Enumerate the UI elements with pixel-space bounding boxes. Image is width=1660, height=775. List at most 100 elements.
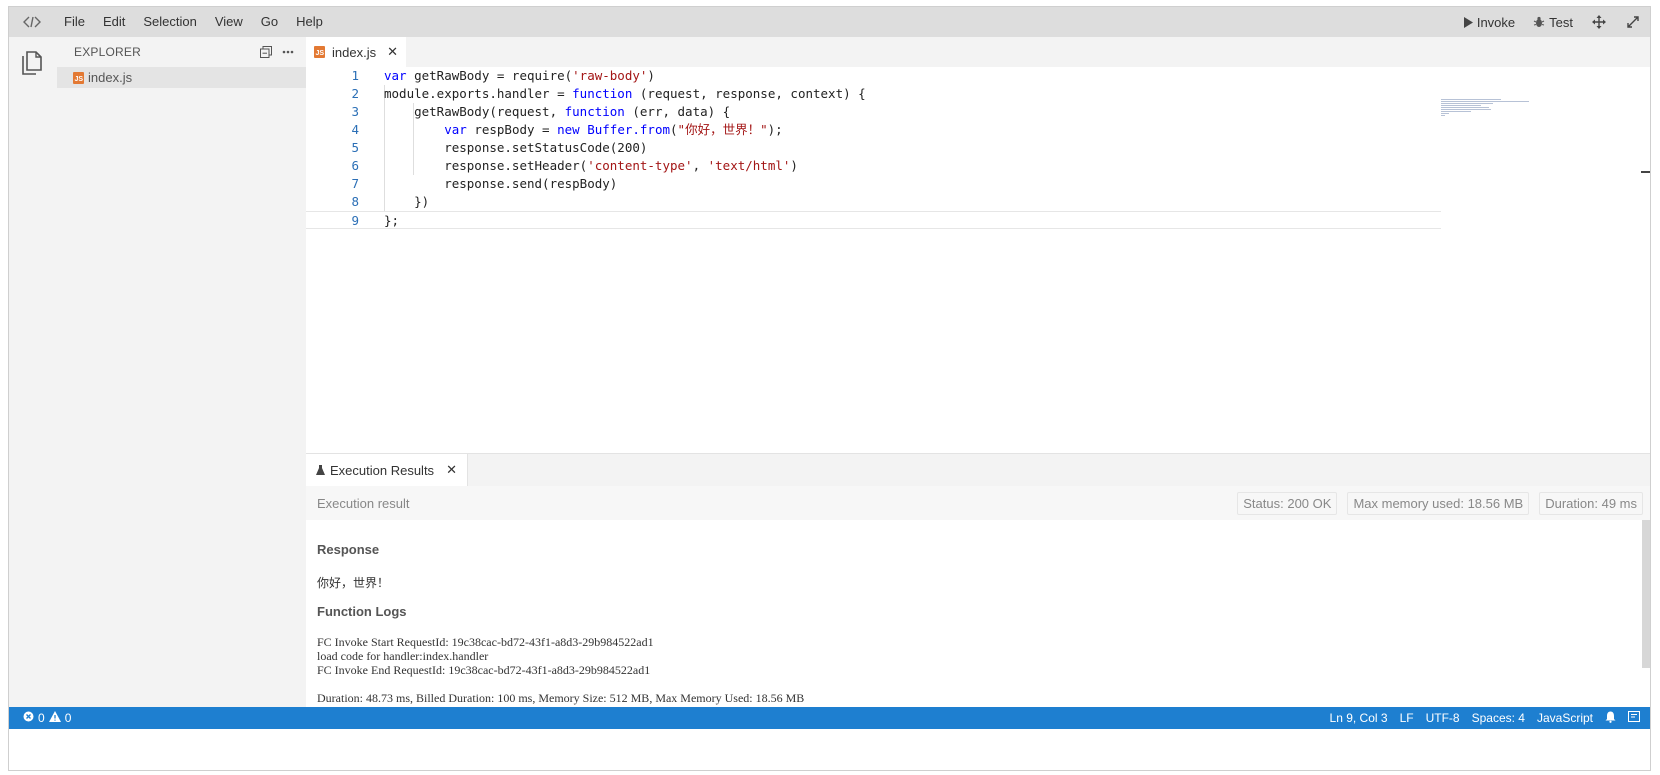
error-icon (23, 711, 34, 725)
menu-selection[interactable]: Selection (134, 7, 205, 37)
menu-file[interactable]: File (55, 7, 94, 37)
code-line[interactable]: 6 response.setHeader('content-type', 'te… (306, 157, 1441, 175)
language-mode[interactable]: JavaScript (1531, 711, 1599, 725)
menu-edit[interactable]: Edit (94, 7, 134, 37)
function-logs-title: Function Logs (317, 604, 407, 619)
code-token: response.send(respBody) (384, 176, 618, 191)
code-token: ( (670, 122, 678, 137)
code-token: , (692, 158, 708, 173)
tab-index-js[interactable]: JS index.js ✕ (306, 37, 406, 67)
explorer-files-icon[interactable] (21, 51, 45, 77)
result-body: Response 你好，世界！ Function Logs FC Invoke … (306, 520, 1650, 708)
code-text: response.setStatusCode(200) (384, 139, 647, 157)
code-line[interactable]: 2 module.exports.handler = function (requ… (306, 85, 1441, 103)
code-token: ) (790, 158, 798, 173)
line-number: 5 (351, 140, 359, 155)
play-icon (1463, 16, 1473, 28)
code-token: respBody = (466, 122, 558, 137)
code-line[interactable]: 1 var getRawBody = require('raw-body') (306, 67, 1441, 85)
invoke-label: Invoke (1476, 14, 1516, 30)
log-summary: Duration: 48.73 ms, Billed Duration: 100… (317, 691, 805, 705)
flask-icon (316, 463, 325, 478)
code-text: response.setHeader('content-type', 'text… (384, 157, 798, 175)
code-token: var (384, 68, 407, 83)
code-token: "你好，世界！" (677, 122, 768, 137)
bell-icon[interactable] (1599, 711, 1622, 726)
status-bar: 0 0 Ln 9, Col 3 LF UTF-8 Spaces: 4 JavaS… (9, 707, 1650, 729)
invoke-button[interactable]: Invoke (1455, 7, 1524, 37)
collapse-all-icon[interactable] (259, 45, 273, 59)
result-label: Execution result (317, 495, 410, 511)
encoding[interactable]: UTF-8 (1420, 711, 1466, 725)
warning-count: 0 (64, 711, 72, 725)
code-token: ) (647, 68, 655, 83)
menu-view[interactable]: View (206, 7, 252, 37)
close-icon[interactable]: ✕ (387, 44, 398, 60)
fc-logo-icon[interactable] (9, 7, 55, 37)
log-line: FC Invoke Start RequestId: 19c38cac-bd72… (317, 635, 654, 649)
explorer-sidebar: EXPLORER JS index.js (57, 37, 306, 707)
line-number: 2 (351, 86, 359, 101)
code-token: function (572, 86, 633, 101)
line-number: 6 (351, 158, 359, 173)
menu-help[interactable]: Help (287, 7, 332, 37)
log-line: FC Invoke End RequestId: 19c38cac-bd72-4… (317, 663, 651, 677)
code-token: (err, data) { (624, 104, 731, 119)
activity-bar (9, 37, 57, 707)
code-token: Buffer.from (587, 122, 671, 137)
editor-group: JS index.js ✕ 1 var getRawBody = require(… (306, 37, 1650, 453)
code-text: response.send(respBody) (384, 175, 617, 193)
line-number: 9 (351, 213, 359, 228)
js-file-icon: JS (314, 46, 325, 58)
fullscreen-icon[interactable] (1616, 7, 1650, 37)
code-line[interactable]: 9}; (306, 211, 1441, 229)
status-items: Ln 9, Col 3 LF UTF-8 Spaces: 4 JavaScrip… (1324, 711, 1650, 726)
indentation[interactable]: Spaces: 4 (1466, 711, 1531, 725)
code-token: function (564, 104, 625, 119)
code-token: response.setStatusCode(200) (384, 140, 648, 155)
problems-indicator[interactable]: 0 0 (9, 711, 71, 725)
move-icon[interactable] (1582, 7, 1616, 37)
explorer-header: EXPLORER (57, 37, 306, 67)
end-of-line[interactable]: LF (1394, 711, 1420, 725)
panel-scrollbar[interactable] (1642, 520, 1650, 668)
code-text: module.exports.handler = function (reque… (384, 85, 866, 103)
code-editor[interactable]: 1 var getRawBody = require('raw-body') 2 mo… (306, 67, 1650, 453)
response-text: 你好，世界！ (317, 576, 390, 590)
code-token: module.exports.handler = (384, 86, 573, 101)
status-badge: Status: 200 OK (1237, 491, 1338, 515)
menubar-actions: Invoke Test (1455, 7, 1650, 37)
minimap[interactable] (1441, 99, 1531, 119)
code-line[interactable]: 8 }) (306, 193, 1441, 211)
test-label: Test (1549, 14, 1573, 30)
test-button[interactable]: Test (1524, 7, 1582, 37)
explorer-title: EXPLORER (74, 45, 141, 59)
editor-tab-bar: JS index.js ✕ (306, 37, 1650, 67)
code-line[interactable]: 3 getRawBody(request, function (err, dat… (306, 103, 1441, 121)
code-line[interactable]: 4 var respBody = new Buffer.from("你好，世界！… (306, 121, 1441, 139)
js-file-icon: JS (73, 71, 84, 84)
code-token: response.setHeader( (384, 158, 588, 173)
code-line[interactable]: 7 response.send(respBody) (306, 175, 1441, 193)
code-text: var getRawBody = require('raw-body') (384, 67, 655, 85)
ide-window: File Edit Selection View Go Help Invoke … (8, 6, 1651, 771)
line-number: 3 (351, 104, 359, 119)
warning-icon (48, 711, 61, 725)
max-memory-badge: Max memory used: 18.56 MB (1347, 491, 1530, 515)
file-item-index-js[interactable]: JS index.js (57, 67, 306, 88)
code-line[interactable]: 5 response.setStatusCode(200) (306, 139, 1441, 157)
code-token: 'text/html' (707, 158, 791, 173)
more-actions-icon[interactable] (281, 45, 295, 59)
duration-badge: Duration: 49 ms (1539, 491, 1643, 515)
cursor-position[interactable]: Ln 9, Col 3 (1324, 711, 1394, 725)
tab-execution-results[interactable]: Execution Results ✕ (306, 454, 468, 486)
code-token: }; (384, 213, 400, 228)
feedback-icon[interactable] (1622, 711, 1646, 725)
code-token: var (444, 122, 467, 137)
code-token: (request, response, context) { (632, 86, 866, 101)
menu-go[interactable]: Go (252, 7, 287, 37)
bug-icon (1533, 16, 1545, 28)
close-icon[interactable]: ✕ (446, 462, 457, 478)
file-name: index.js (88, 70, 133, 85)
scrollbar-position-marker (1641, 171, 1650, 173)
